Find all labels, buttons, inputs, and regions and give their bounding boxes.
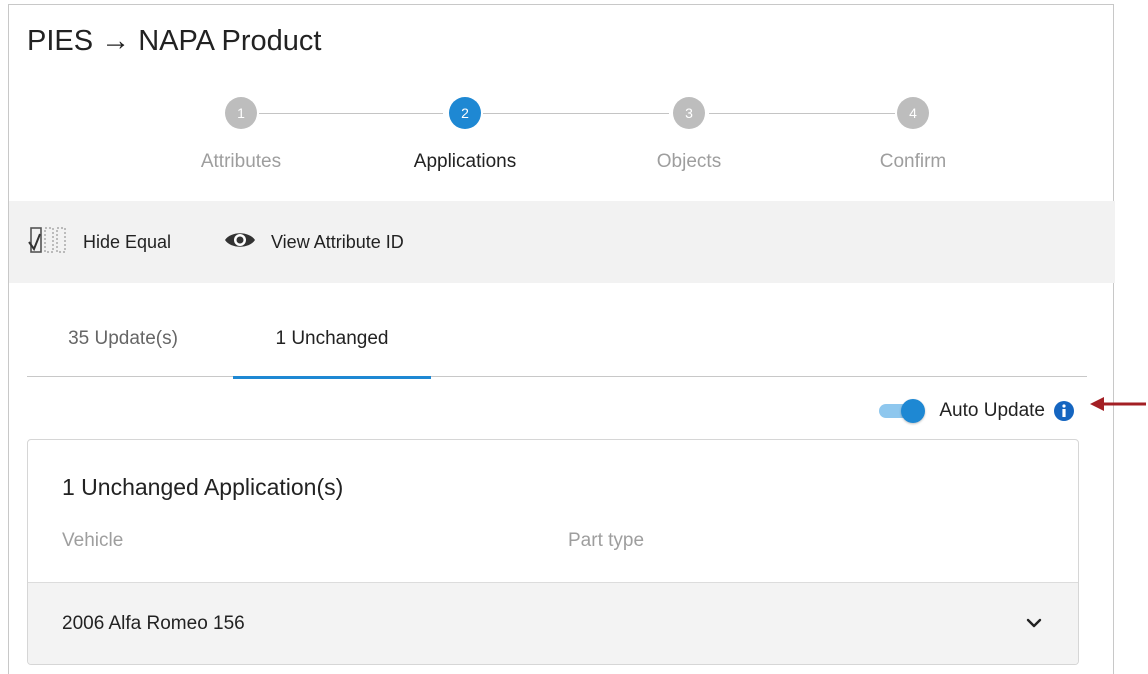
step-3-label[interactable]: Objects	[589, 151, 789, 173]
chevron-down-icon[interactable]	[1024, 613, 1044, 633]
step-1-circle[interactable]: 1	[225, 97, 257, 129]
step-1-label[interactable]: Attributes	[141, 151, 341, 173]
info-icon[interactable]	[1053, 400, 1075, 422]
tab-bar: 35 Update(s) 1 Unchanged	[27, 305, 1087, 379]
unchanged-applications-card: 1 Unchanged Application(s) Vehicle Part …	[27, 439, 1079, 665]
card-title: 1 Unchanged Application(s)	[62, 474, 344, 500]
auto-update-control: Auto Update	[877, 393, 1075, 429]
vehicle-cell: 2006 Alfa Romeo 156	[62, 613, 245, 634]
toolbar: Hide Equal View Attribute ID	[9, 201, 1115, 283]
tab-unchanged[interactable]: 1 Unchanged	[233, 305, 431, 379]
main-panel: PIES → NAPA Product 1 2 3 4 Attributes A…	[8, 4, 1115, 674]
stepper: 1 2 3 4 Attributes Applications Objects …	[9, 93, 1113, 193]
step-3-circle[interactable]: 3	[673, 97, 705, 129]
column-header-vehicle: Vehicle	[62, 530, 124, 551]
step-4-circle[interactable]: 4	[897, 97, 929, 129]
step-connector	[709, 113, 895, 114]
step-connector	[259, 113, 443, 114]
auto-update-toggle[interactable]	[877, 399, 926, 423]
checklist-icon	[27, 224, 69, 261]
auto-update-label: Auto Update	[939, 400, 1045, 421]
step-4-label[interactable]: Confirm	[813, 151, 1013, 173]
view-attribute-id-label: View Attribute ID	[271, 231, 404, 252]
hide-equal-button[interactable]: Hide Equal	[27, 201, 171, 283]
page-title: PIES → NAPA Product	[27, 25, 322, 57]
toggle-knob	[901, 399, 926, 423]
step-connector	[483, 113, 669, 114]
view-attribute-id-button[interactable]: View Attribute ID	[223, 201, 404, 283]
hide-equal-label: Hide Equal	[83, 231, 172, 252]
annotation-arrow-icon	[1090, 397, 1146, 411]
column-header-part-type: Part type	[568, 530, 645, 551]
tab-updates[interactable]: 35 Update(s)	[43, 305, 203, 377]
step-2-label[interactable]: Applications	[365, 151, 565, 173]
step-2-circle[interactable]: 2	[449, 97, 481, 129]
table-row[interactable]: 2006 Alfa Romeo 156	[28, 582, 1078, 664]
eye-icon	[223, 229, 257, 256]
